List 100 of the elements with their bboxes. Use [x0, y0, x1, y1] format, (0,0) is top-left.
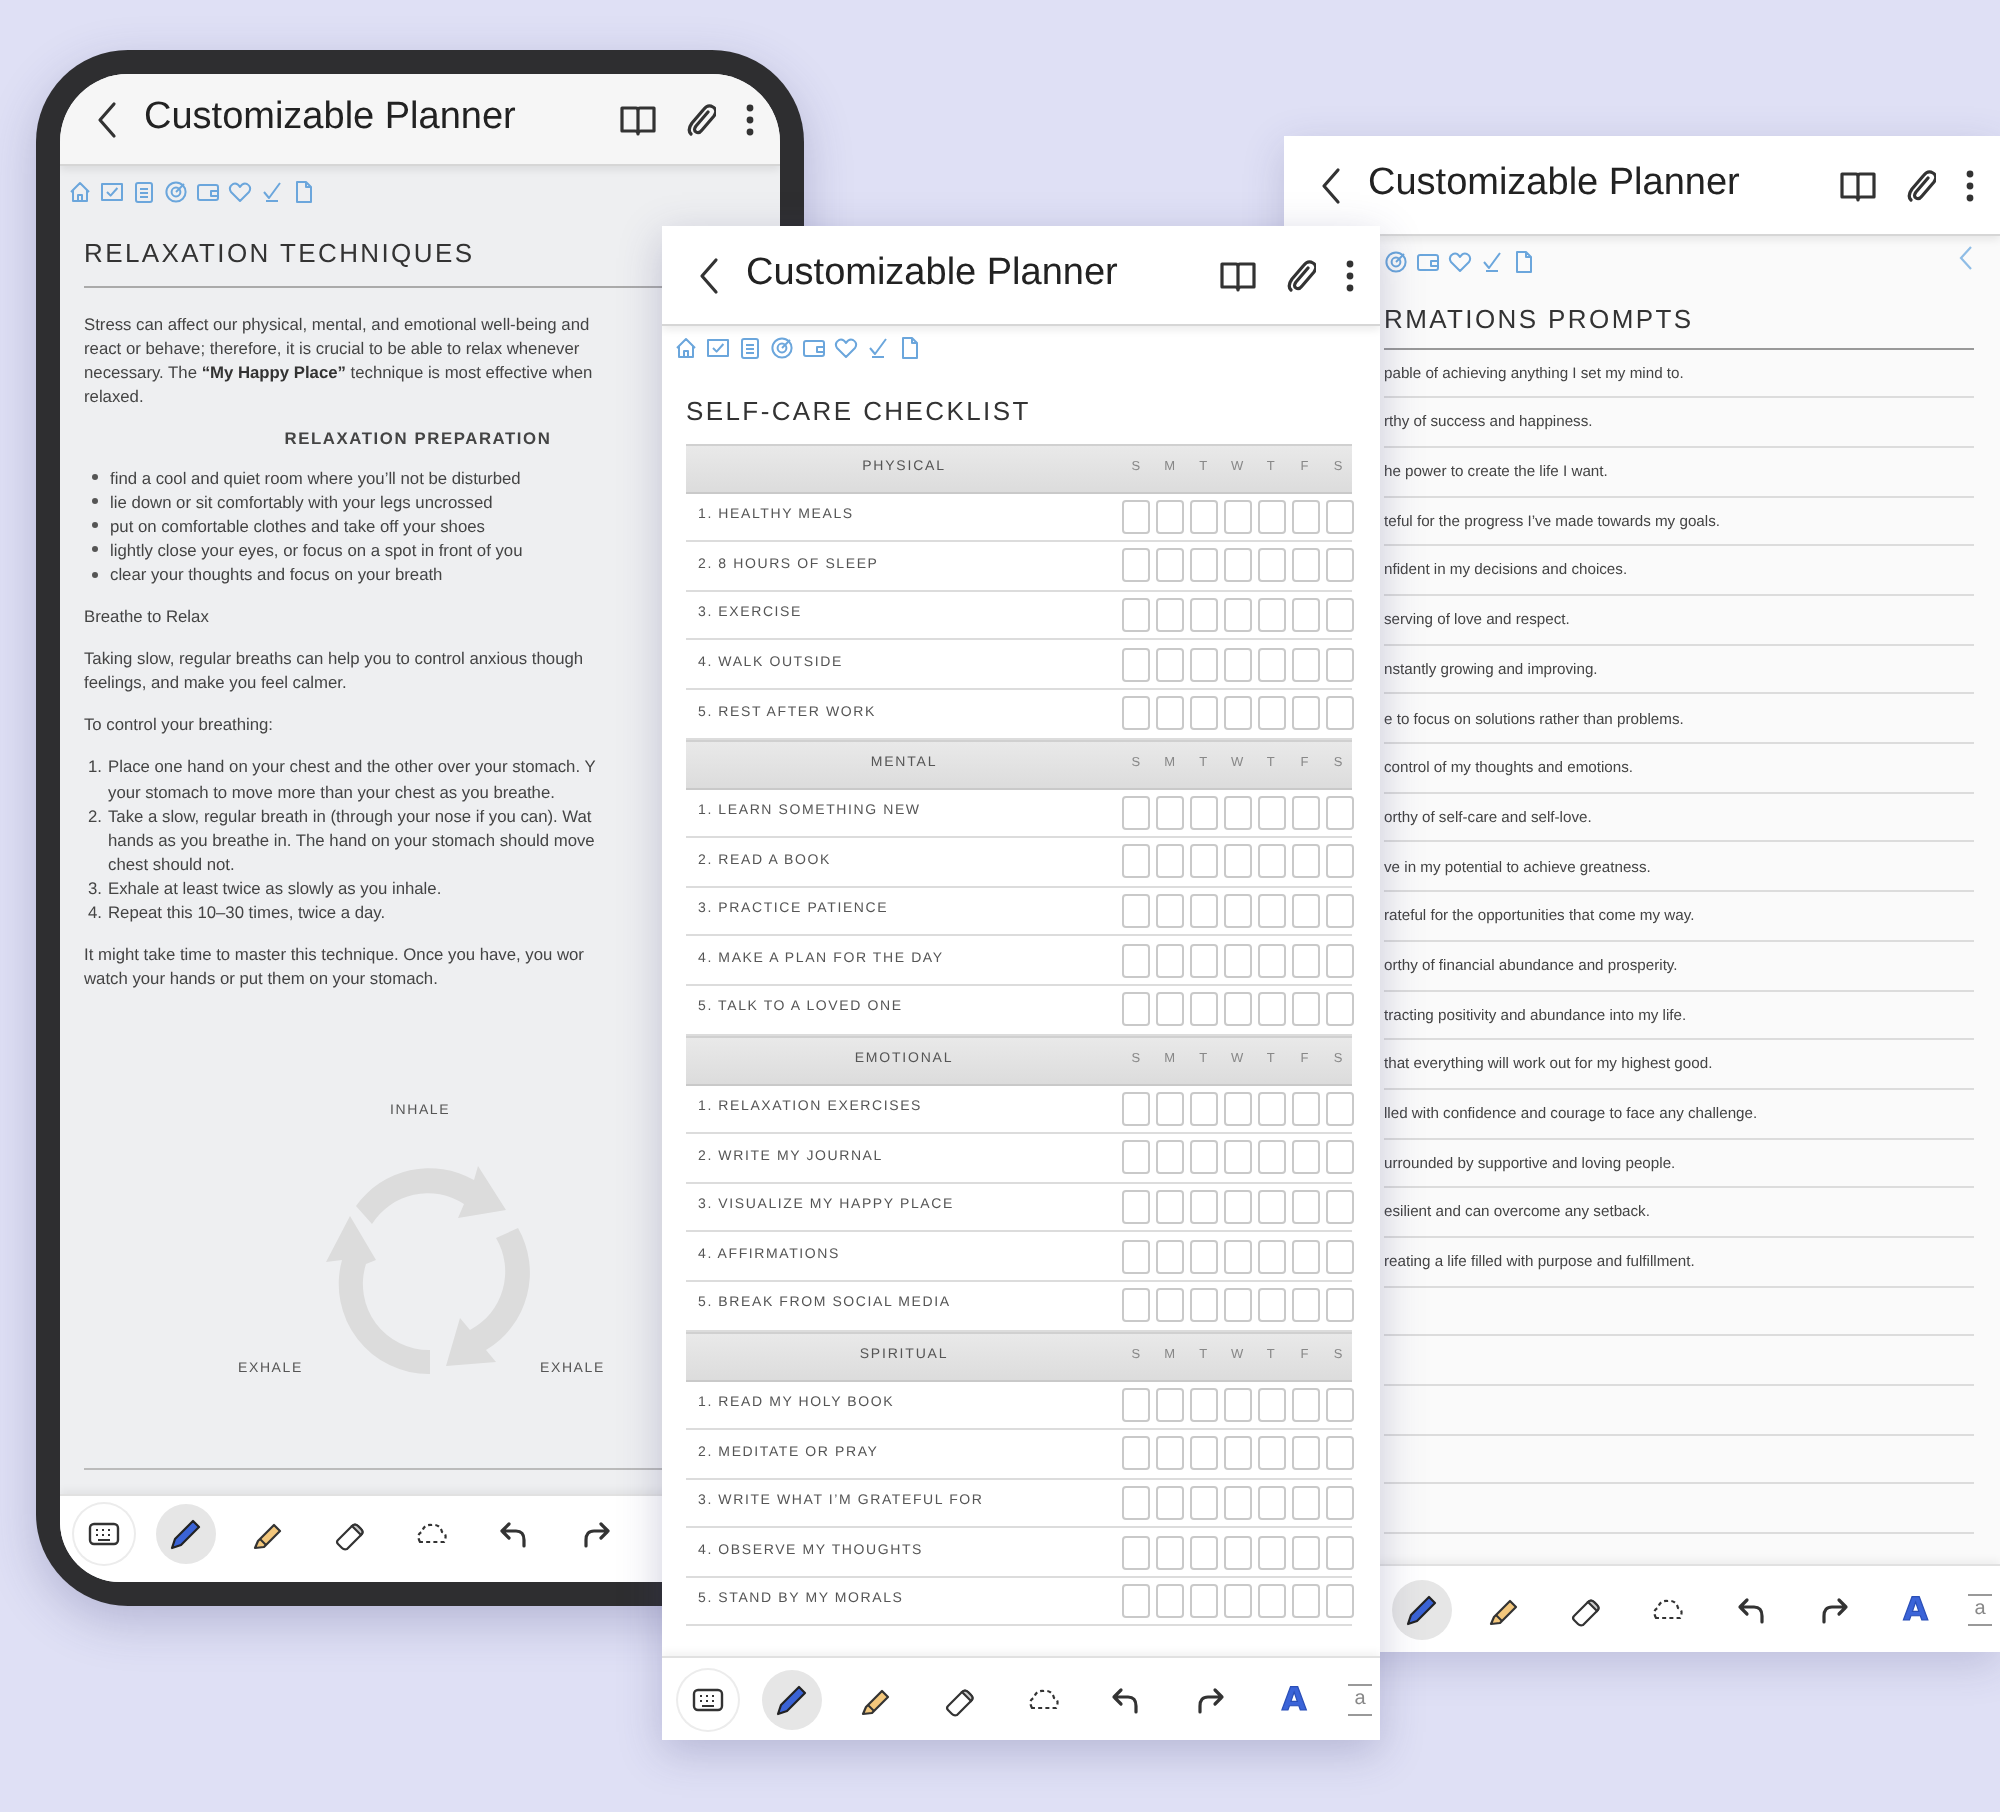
- checkbox[interactable]: [1122, 1239, 1150, 1274]
- checkbox[interactable]: [1156, 795, 1184, 830]
- checkbox[interactable]: [1292, 943, 1320, 978]
- checkbox[interactable]: [1190, 1190, 1218, 1225]
- checkbox[interactable]: [1258, 499, 1286, 534]
- checkbox[interactable]: [1190, 548, 1218, 583]
- checkbox[interactable]: [1156, 548, 1184, 583]
- checkbox[interactable]: [1156, 1091, 1184, 1126]
- checkbox[interactable]: [1190, 795, 1218, 830]
- checkbox[interactable]: [1258, 1436, 1286, 1471]
- wallet-icon[interactable]: [1416, 250, 1440, 274]
- checkbox[interactable]: [1326, 1535, 1354, 1570]
- document-icon[interactable]: [898, 336, 922, 360]
- tick-icon[interactable]: [260, 180, 284, 204]
- checkbox[interactable]: [1292, 1288, 1320, 1323]
- back-icon[interactable]: [1320, 165, 1344, 205]
- checkbox[interactable]: [1190, 647, 1218, 682]
- checkbox[interactable]: [1292, 1140, 1320, 1175]
- checkbox[interactable]: [1156, 992, 1184, 1027]
- checkbox[interactable]: [1292, 1436, 1320, 1471]
- checkbox[interactable]: [1224, 795, 1252, 830]
- checkbox[interactable]: [1190, 1485, 1218, 1520]
- checkbox[interactable]: [1326, 1436, 1354, 1471]
- checkbox[interactable]: [1258, 1239, 1286, 1274]
- checkbox[interactable]: [1122, 1436, 1150, 1471]
- checkbox[interactable]: [1292, 598, 1320, 633]
- checkbox[interactable]: [1156, 844, 1184, 879]
- checkbox[interactable]: [1292, 1190, 1320, 1225]
- checkbox[interactable]: [1156, 696, 1184, 731]
- checkbox[interactable]: [1122, 1091, 1150, 1126]
- checkbox[interactable]: [1292, 1091, 1320, 1126]
- paperclip-icon[interactable]: [684, 101, 716, 137]
- checkbox[interactable]: [1258, 696, 1286, 731]
- checkbox[interactable]: [1224, 499, 1252, 534]
- checkbox[interactable]: [1326, 1288, 1354, 1323]
- heart-icon[interactable]: [834, 336, 858, 360]
- checkbox[interactable]: [1122, 844, 1150, 879]
- checkbox[interactable]: [1190, 1140, 1218, 1175]
- checkbox[interactable]: [1326, 844, 1354, 879]
- clipboard-icon[interactable]: [132, 180, 156, 204]
- checkbox[interactable]: [1326, 943, 1354, 978]
- more-icon[interactable]: [744, 101, 756, 137]
- checkbox[interactable]: [1258, 647, 1286, 682]
- checkbox[interactable]: [1122, 1140, 1150, 1175]
- checkbox[interactable]: [1292, 1535, 1320, 1570]
- checkbox[interactable]: [1190, 1436, 1218, 1471]
- checkbox[interactable]: [1190, 1288, 1218, 1323]
- checkbox[interactable]: [1156, 1140, 1184, 1175]
- text-box-button[interactable]: a: [1348, 1683, 1372, 1715]
- envelope-icon[interactable]: [706, 336, 730, 360]
- checkbox[interactable]: [1258, 1387, 1286, 1422]
- text-style-button[interactable]: A: [1885, 1579, 1946, 1639]
- checkbox[interactable]: [1156, 499, 1184, 534]
- clipboard-icon[interactable]: [738, 336, 762, 360]
- checkbox[interactable]: [1326, 499, 1354, 534]
- document-icon[interactable]: [292, 180, 316, 204]
- checkbox[interactable]: [1122, 548, 1150, 583]
- checkbox[interactable]: [1224, 1436, 1252, 1471]
- checkbox[interactable]: [1326, 696, 1354, 731]
- more-icon[interactable]: [1344, 257, 1356, 293]
- checkbox[interactable]: [1156, 894, 1184, 929]
- checkbox[interactable]: [1156, 1485, 1184, 1520]
- checkbox[interactable]: [1122, 1288, 1150, 1323]
- checkbox[interactable]: [1258, 1584, 1286, 1619]
- home-icon[interactable]: [68, 180, 92, 204]
- checkbox[interactable]: [1190, 894, 1218, 929]
- checkbox[interactable]: [1326, 992, 1354, 1027]
- checkbox[interactable]: [1258, 992, 1286, 1027]
- checkbox[interactable]: [1326, 1190, 1354, 1225]
- checkbox[interactable]: [1224, 1190, 1252, 1225]
- checkbox[interactable]: [1224, 943, 1252, 978]
- keyboard-button[interactable]: [678, 1669, 738, 1729]
- checkbox[interactable]: [1258, 548, 1286, 583]
- checkbox[interactable]: [1190, 1584, 1218, 1619]
- checkbox[interactable]: [1292, 1584, 1320, 1619]
- wallet-icon[interactable]: [196, 180, 220, 204]
- checkbox[interactable]: [1258, 598, 1286, 633]
- checkbox[interactable]: [1326, 894, 1354, 929]
- checkbox[interactable]: [1122, 598, 1150, 633]
- checkbox[interactable]: [1224, 1535, 1252, 1570]
- checkbox[interactable]: [1224, 598, 1252, 633]
- tick-icon[interactable]: [866, 336, 890, 360]
- checkbox[interactable]: [1326, 1387, 1354, 1422]
- checkbox[interactable]: [1258, 1091, 1286, 1126]
- checkbox[interactable]: [1326, 598, 1354, 633]
- checkbox[interactable]: [1190, 1535, 1218, 1570]
- checkbox[interactable]: [1122, 943, 1150, 978]
- checkbox[interactable]: [1190, 1387, 1218, 1422]
- checkbox[interactable]: [1122, 499, 1150, 534]
- checkbox[interactable]: [1190, 696, 1218, 731]
- chevron-left-icon[interactable]: [1958, 244, 1974, 272]
- back-icon[interactable]: [96, 99, 120, 139]
- checkbox[interactable]: [1326, 795, 1354, 830]
- target-icon[interactable]: [1384, 250, 1408, 274]
- checkbox[interactable]: [1292, 548, 1320, 583]
- paperclip-icon[interactable]: [1284, 257, 1316, 293]
- checkbox[interactable]: [1190, 598, 1218, 633]
- checkbox[interactable]: [1122, 1535, 1150, 1570]
- heart-icon[interactable]: [228, 180, 252, 204]
- keyboard-button[interactable]: [74, 1503, 134, 1563]
